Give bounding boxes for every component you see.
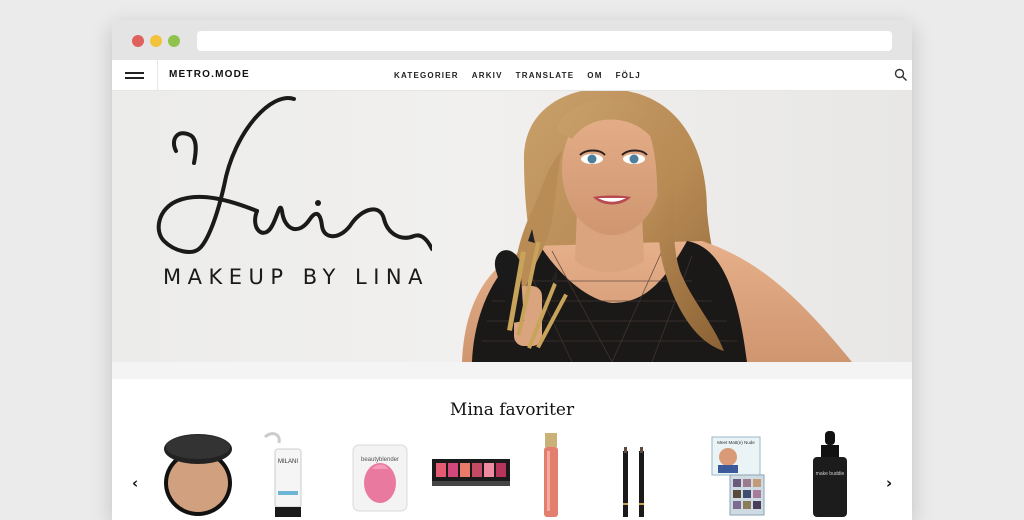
- close-window-button[interactable]: [132, 35, 144, 47]
- address-bar[interactable]: [197, 31, 892, 51]
- favorites-section: Mina favoriter ‹ › MILANI beautyblender …: [112, 379, 912, 519]
- product-serum-bottle[interactable]: make buddie: [805, 431, 875, 519]
- carousel-next-arrow-icon[interactable]: ›: [886, 474, 892, 492]
- product-eyeshadow-palette[interactable]: Meet Matt(e) Nude: [710, 431, 780, 519]
- eyeshadow-palette-label: Meet Matt(e) Nude: [717, 440, 755, 445]
- hero-portrait-image: [462, 91, 852, 362]
- nav-link-folj[interactable]: FÖLJ: [616, 71, 641, 80]
- product-compact-powder[interactable]: [161, 431, 232, 519]
- minimize-window-button[interactable]: [150, 35, 162, 47]
- product-carousel: MILANI beautyblender Meet Matt(e) Nude m…: [157, 431, 867, 520]
- section-divider: [112, 362, 912, 379]
- browser-titlebar: [112, 20, 912, 60]
- nav-link-translate[interactable]: TRANSLATE: [516, 71, 575, 80]
- serum-label: make buddie: [816, 471, 845, 477]
- search-icon[interactable]: [894, 68, 908, 82]
- product-blush-palette[interactable]: [430, 431, 510, 519]
- site-navbar: METRO.MODE KATEGORIER ARKIV TRANSLATE OM…: [112, 60, 912, 91]
- beautyblender-label: beautyblender: [361, 457, 399, 463]
- product-eyebrow-pencils[interactable]: [609, 431, 679, 519]
- main-nav: KATEGORIER ARKIV TRANSLATE OM FÖLJ: [394, 71, 641, 80]
- site-logo[interactable]: METRO.MODE: [169, 69, 250, 80]
- product-beautyblender[interactable]: beautyblender: [345, 431, 415, 519]
- favorites-title: Mina favoriter: [449, 400, 575, 420]
- nav-link-kategorier[interactable]: KATEGORIER: [394, 71, 459, 80]
- product-lip-gloss[interactable]: [525, 431, 595, 519]
- hamburger-menu-icon[interactable]: [112, 60, 158, 91]
- nav-link-arkiv[interactable]: ARKIV: [472, 71, 503, 80]
- hero-banner: MAKEUP BY LINA: [112, 91, 912, 362]
- product-primer-tube[interactable]: MILANI: [257, 431, 327, 519]
- carousel-prev-arrow-icon[interactable]: ‹: [132, 474, 138, 492]
- nav-link-om[interactable]: OM: [587, 71, 602, 80]
- browser-window: METRO.MODE KATEGORIER ARKIV TRANSLATE OM…: [112, 20, 912, 520]
- primer-brand-label: MILANI: [278, 459, 298, 465]
- hero-tagline: MAKEUP BY LINA: [163, 265, 429, 289]
- maximize-window-button[interactable]: [168, 35, 180, 47]
- signature-logo: [156, 95, 432, 254]
